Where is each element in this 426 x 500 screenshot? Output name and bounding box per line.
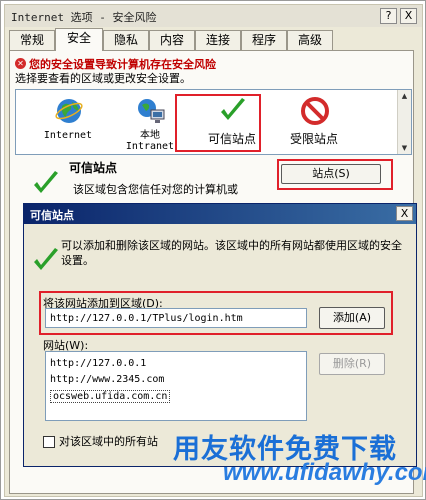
close-button[interactable]: X [400,8,417,24]
remove-button[interactable]: 删除(R) [319,353,385,375]
zone-prompt: 选择要查看的区域或更改安全设置。 [15,72,191,85]
zone-label-line1: 本地 [140,130,160,141]
zone-internet[interactable]: Internet [28,94,108,152]
trusted-dialog-close-button[interactable]: X [396,206,413,221]
zone-label-line2: Intranet [125,141,175,152]
trusted-dialog-title-bar: 可信站点 X [24,204,416,224]
sites-list[interactable]: http://127.0.0.1 http://www.2345.com ocs… [45,351,307,421]
tab-general[interactable]: 常规 [9,30,55,50]
site-item[interactable]: http://127.0.0.1 [50,358,146,369]
dialog-check-icon [34,248,58,270]
trusted-dialog-description: 可以添加和删除该区域的网站。该区域中的所有网站都使用区域的安全设置。 [61,239,402,267]
trusted-check-icon [34,171,58,193]
watermark-url: www.ufidawhy.com [223,459,426,486]
zone-list-scrollbar[interactable]: ▲ ▼ [397,90,411,154]
site-item[interactable]: http://www.2345.com [50,374,164,385]
trusted-dialog-title: 可信站点 [30,209,74,222]
require-checkbox[interactable] [43,436,55,448]
tab-advanced[interactable]: 高级 [287,30,333,50]
network-icon [138,99,165,123]
require-label: 对该区域中的所有站 [59,435,158,448]
tab-security[interactable]: 安全 [55,28,103,51]
no-entry-icon [301,97,329,125]
scroll-up-icon[interactable]: ▲ [398,90,411,102]
sites-button-highlight [277,159,393,190]
help-button[interactable]: ? [380,8,397,24]
trusted-sites-highlight [175,94,261,152]
dialog-title-bar: Internet 选项 - 安全风险 ? X [5,5,422,27]
warning-icon: ✕ [15,58,26,69]
add-site-highlight [39,291,393,335]
tab-connections[interactable]: 连接 [195,30,241,50]
zone-label: Internet [43,130,93,141]
zone-label: 受限站点 [289,132,338,146]
tab-privacy[interactable]: 隐私 [103,30,149,50]
tab-strip: 常规 安全 隐私 内容 连接 程序 高级 [9,28,414,51]
require-verification-row[interactable]: 对该区域中的所有站 [43,433,158,449]
screenshot-frame: Internet 选项 - 安全风险 ? X 常规 安全 隐私 内容 连接 程序… [0,0,426,500]
tab-programs[interactable]: 程序 [241,30,287,50]
zone-restricted-sites[interactable]: 受限站点 [274,94,354,152]
dialog-title: Internet 选项 - 安全风险 [11,11,157,24]
selected-zone-title: 可信站点 [69,161,118,175]
globe-icon [55,99,83,123]
scroll-down-icon[interactable]: ▼ [398,142,411,154]
site-item[interactable]: ocsweb.ufida.com.cn [50,390,171,403]
selected-zone-description: 该区域包含您信任对您的计算机或 [73,183,238,196]
tab-content[interactable]: 内容 [149,30,195,50]
